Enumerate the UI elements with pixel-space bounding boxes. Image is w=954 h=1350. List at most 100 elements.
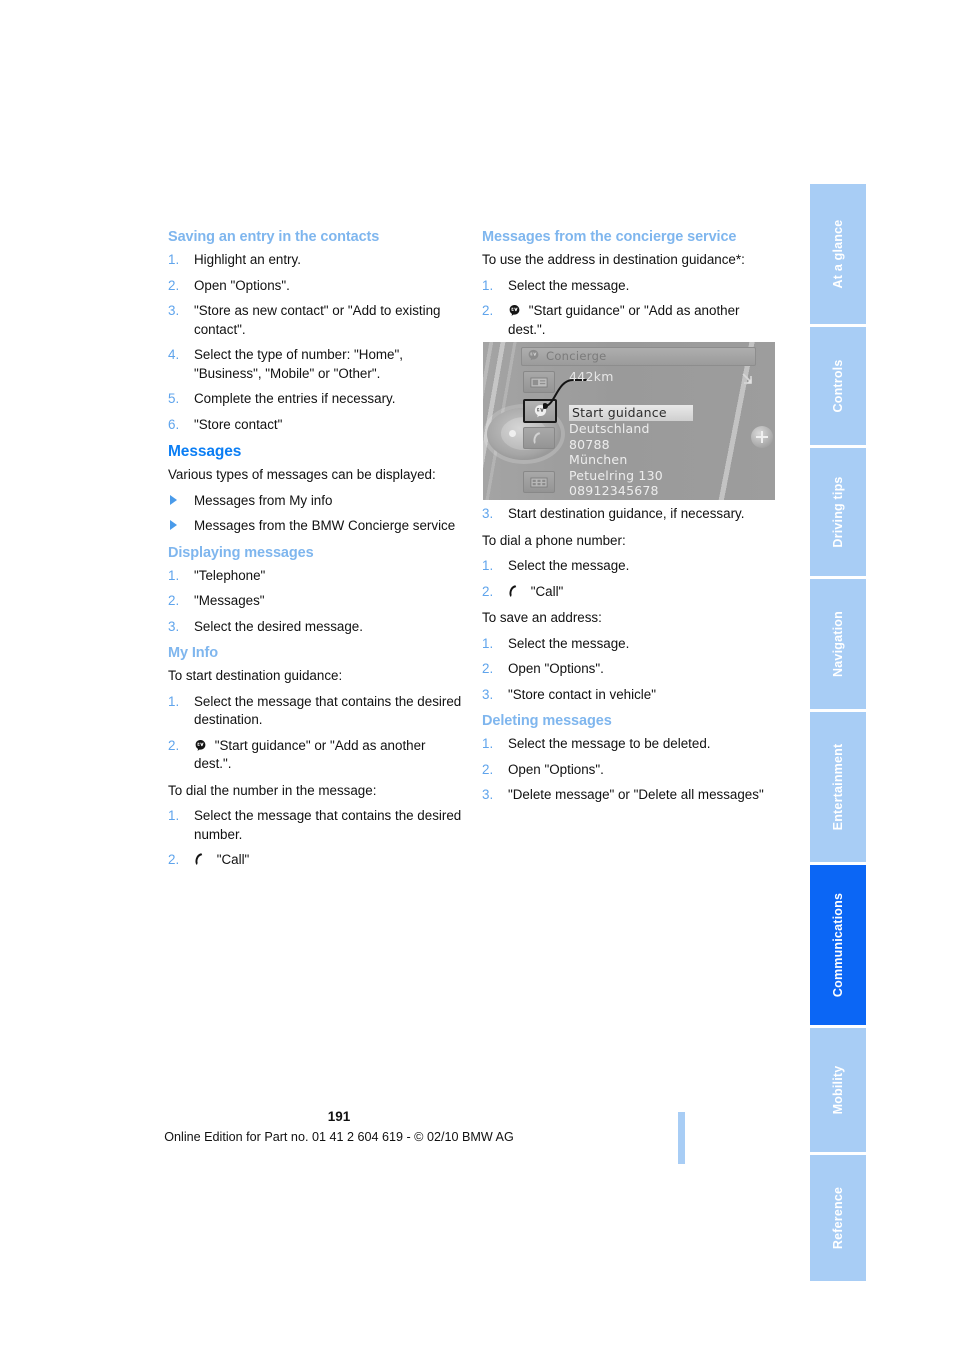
list-item: 2. Open "Options". (482, 761, 778, 780)
list-item: 3. "Store as new contact" or "Add to exi… (168, 302, 464, 339)
heading-messages: Messages (168, 443, 242, 460)
figure-address-line: Deutschland (569, 421, 650, 436)
list-item: 2. "Call" (482, 583, 778, 602)
messages-intro-text: Various types of messages can be display… (168, 467, 436, 482)
step-number: 1. (482, 277, 494, 293)
figure-distance-text: 442km (569, 369, 614, 384)
step-text: "Call" (530, 583, 564, 599)
list-item: 6. "Store contact" (168, 416, 464, 435)
sidebar-item-communications[interactable]: Communications (810, 865, 866, 1025)
manual-page: Saving an entry in the contacts 1. Highl… (0, 0, 954, 1350)
figure-button-keypad (523, 471, 555, 493)
sidebar-item-navigation[interactable]: Navigation (810, 579, 866, 709)
list-item: 1. "Telephone" (168, 567, 464, 586)
bullet-text: Messages from My info (194, 492, 333, 508)
figure-title-bar: Concierge (521, 347, 756, 366)
step-number: 2. (168, 852, 180, 867)
my-info-guidance-steps: 1. Select the message that contains the … (168, 693, 464, 774)
triangle-bullet-icon (170, 520, 177, 530)
step-text: Complete the entries if necessary. (194, 391, 396, 406)
step-number: 2. (168, 277, 180, 293)
list-item: 3. Start destination guidance, if necess… (482, 505, 778, 524)
step-text: Select the desired message. (194, 618, 363, 634)
step-text: Highlight an entry. (194, 252, 301, 267)
displaying-steps-list: 1. "Telephone" 2. "Messages" 3. Select t… (168, 567, 464, 637)
tab-label: Navigation (831, 611, 845, 677)
figure-selected-entry: Start guidance (569, 405, 693, 421)
list-item: 1. Select the message. (482, 557, 778, 576)
tab-label: Controls (831, 359, 845, 413)
keypad-icon (524, 472, 554, 492)
list-item: Messages from My info (168, 492, 464, 511)
list-item: 1. Highlight an entry. (168, 251, 464, 270)
after-figure-step-list: 3. Start destination guidance, if necess… (482, 505, 778, 524)
list-item: 2. "Call" (168, 851, 464, 870)
step-text: "Store contact" (194, 416, 283, 432)
step-number: 3. (482, 506, 494, 521)
my-info-intro-text: To start destination guidance: (168, 668, 343, 683)
step-text: "Start guidance" or "Add as another dest… (194, 737, 426, 772)
messages-types-list: Messages from My info Messages from the … (168, 492, 464, 536)
phone-steps-list: 1. Select the message. 2. "Call" (482, 557, 778, 601)
save-address-steps-list: 1. Select the message. 2. Open "Options"… (482, 635, 778, 705)
list-item: 1. Select the message that contains the … (168, 693, 464, 730)
my-info-dial-steps: 1. Select the message that contains the … (168, 807, 464, 870)
idrive-controller-knob (751, 426, 773, 448)
figure-address-line: München (569, 452, 628, 467)
list-item: 4. Select the type of number: "Home", "B… (168, 346, 464, 383)
list-item: 1. Select the message to be deleted. (482, 735, 778, 754)
direction-arrow-icon (742, 373, 752, 384)
step-number: 5. (168, 391, 180, 406)
list-item: 2. "Start guidance" or "Add as another d… (482, 302, 778, 339)
left-text-column: Saving an entry in the contacts 1. Highl… (168, 228, 464, 878)
figure-address-line: Petuelring 130 (569, 467, 663, 483)
sidebar-item-reference[interactable]: Reference (810, 1155, 866, 1281)
saving-steps-list: 1. Highlight an entry. 2. Open "Options"… (168, 251, 464, 434)
step-number: 1. (482, 635, 494, 651)
step-text: Select the message that contains the des… (194, 808, 462, 842)
figure-address-line: 08912345678 (569, 483, 659, 498)
heading-concierge-messages: Messages from the concierge service (482, 229, 737, 245)
step-number: 3. (168, 618, 180, 634)
step-text: Select the message. (508, 277, 630, 293)
list-item: 2. Open "Options". (168, 277, 464, 296)
sidebar-item-at-a-glance[interactable]: At a glance (810, 184, 866, 324)
address-steps-list: 1. Select the message. 2. "Start guidanc… (482, 277, 778, 340)
list-item: Messages from the BMW Concierge service (168, 517, 464, 536)
step-number: 2. (168, 593, 180, 608)
tab-label: Mobility (831, 1065, 845, 1115)
sidebar-item-entertainment[interactable]: Entertainment (810, 712, 866, 862)
step-text: Select the type of number: "Home", "Busi… (194, 347, 403, 381)
step-number: 2. (482, 661, 494, 676)
list-item: 2. "Messages" (168, 592, 464, 611)
step-number: 1. (482, 558, 494, 573)
list-item: 1. Select the message. (482, 635, 778, 654)
list-item: 1. Select the message. (482, 277, 778, 296)
step-number: 3. (168, 303, 180, 318)
step-text: Open "Options". (508, 761, 604, 777)
navigation-globe-icon (508, 304, 521, 317)
list-item: 2. "Start guidance" or "Add as another d… (168, 737, 464, 774)
sidebar-item-controls[interactable]: Controls (810, 327, 866, 445)
right-text-column-top: Messages from the concierge service To u… (482, 228, 778, 347)
list-item: 3. Select the desired message. (168, 618, 464, 637)
step-number: 1. (168, 693, 180, 709)
footer-note: Online Edition for Part no. 01 41 2 604 … (164, 1130, 514, 1144)
step-number: 2. (482, 761, 494, 777)
dial-number-intro-text: To dial the number in the message: (168, 782, 377, 798)
sidebar-item-driving-tips[interactable]: Driving tips (810, 448, 866, 576)
idrive-screen-figure: Concierge 442km Start guidance Deutschla… (483, 342, 775, 500)
page-number: 191 (327, 1109, 351, 1124)
step-number: 2. (482, 303, 494, 318)
footer-accent-bar (678, 1112, 685, 1164)
list-item: 3. "Delete message" or "Delete all messa… (482, 786, 778, 805)
step-text: "Start guidance" or "Add as another dest… (508, 303, 740, 337)
roundabout-marker-left (509, 430, 516, 437)
tab-label: At a glance (831, 219, 845, 289)
step-number: 1. (482, 736, 494, 751)
step-text: Select the message. (508, 635, 630, 651)
step-text: Select the message. (508, 558, 630, 573)
heading-saving-an-entry: Saving an entry in the contacts (168, 229, 380, 245)
phone-handset-icon (194, 853, 209, 866)
phone-intro-text: To dial a phone number: (482, 532, 626, 548)
